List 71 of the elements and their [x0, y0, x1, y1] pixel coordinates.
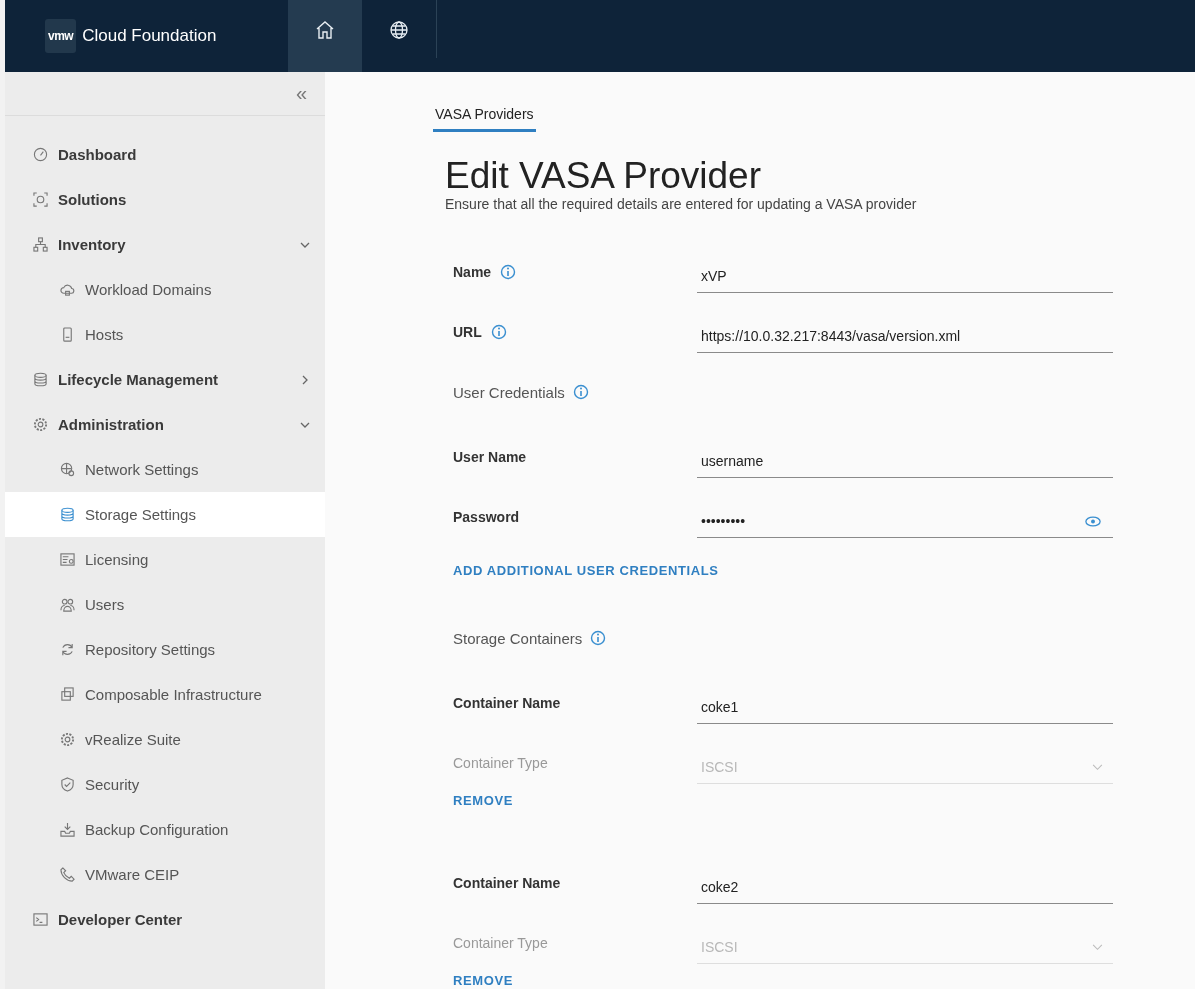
- field-label: Container Type: [453, 755, 548, 771]
- eye-icon[interactable]: [1085, 515, 1101, 527]
- terminal-icon: [33, 912, 48, 927]
- field-label: Container Name: [453, 875, 561, 891]
- info-icon[interactable]: [490, 324, 507, 340]
- sidebar-item[interactable]: Composable Infrastructure: [5, 672, 325, 717]
- field-label: User Name: [453, 449, 527, 465]
- info-icon[interactable]: [590, 630, 607, 646]
- sidebar-item[interactable]: VMware CEIP: [5, 852, 325, 897]
- gear-icon: [33, 417, 48, 432]
- input-field[interactable]: coke1: [697, 690, 1113, 724]
- sidebar-item[interactable]: Inventory: [5, 222, 325, 267]
- remove-link[interactable]: REMOVE: [453, 793, 513, 808]
- input-field[interactable]: coke2: [697, 870, 1113, 904]
- shield-icon: [60, 777, 75, 792]
- gauge-icon: [33, 147, 48, 162]
- sidebar-item[interactable]: Backup Configuration: [5, 807, 325, 852]
- field-label: URL: [453, 324, 482, 340]
- stack-icon: [60, 687, 75, 702]
- input-field[interactable]: username: [697, 444, 1113, 478]
- cloud-icon: [60, 282, 75, 297]
- hierarchy-icon: [33, 237, 48, 252]
- field-label: Name: [453, 264, 492, 280]
- product-name: Cloud Foundation: [82, 26, 217, 46]
- input-field[interactable]: xVP: [697, 259, 1113, 293]
- page-title: Edit VASA Provider: [445, 156, 763, 196]
- sidebar-item[interactable]: Users: [5, 582, 325, 627]
- gear-icon: [60, 732, 75, 747]
- sidebar-item[interactable]: Developer Center: [5, 897, 325, 942]
- sidebar-item[interactable]: Lifecycle Management: [5, 357, 325, 402]
- users-icon: [60, 597, 75, 612]
- sidebar-item[interactable]: Solutions: [5, 177, 325, 222]
- sidebar-item[interactable]: Network Settings: [5, 447, 325, 492]
- caret-icon: [1092, 943, 1103, 951]
- add-credentials-link[interactable]: ADD ADDITIONAL USER CREDENTIALS: [453, 563, 719, 578]
- sidebar-item[interactable]: Dashboard: [5, 132, 325, 177]
- sidebar-item[interactable]: Administration: [5, 402, 325, 447]
- sidebar-item[interactable]: Licensing: [5, 537, 325, 582]
- tray-icon: [60, 822, 75, 837]
- target-icon: [33, 192, 48, 207]
- password-field[interactable]: •••••••••: [697, 504, 1113, 538]
- database-icon: [60, 507, 75, 522]
- section-heading: Storage Containers: [453, 629, 583, 647]
- home-button[interactable]: [288, 0, 362, 72]
- sidebar-item[interactable]: Hosts: [5, 312, 325, 357]
- license-icon: [60, 552, 75, 567]
- network-icon: [60, 462, 75, 477]
- field-label: Container Name: [453, 695, 561, 711]
- field-label: Password: [453, 509, 520, 525]
- sidebar-item[interactable]: Workload Domains: [5, 267, 325, 312]
- phone-icon: [60, 867, 75, 882]
- home-icon: [315, 20, 335, 40]
- field-label: Container Type: [453, 935, 548, 951]
- database-icon: [33, 372, 48, 387]
- tab[interactable]: VASA Providers: [433, 103, 536, 132]
- server-icon: [60, 327, 75, 342]
- refresh-icon: [60, 642, 75, 657]
- page-subtitle: Ensure that all the required details are entered for updating a VASA provider: [445, 196, 918, 212]
- input-field[interactable]: https://10.0.32.217:8443/vasa/version.xml: [697, 319, 1113, 353]
- globe-icon: [389, 20, 409, 40]
- caret-icon: [1092, 763, 1103, 771]
- sidebar-item[interactable]: vRealize Suite: [5, 717, 325, 762]
- info-icon[interactable]: [500, 264, 517, 280]
- remove-link[interactable]: REMOVE: [453, 973, 513, 988]
- sidebar-item[interactable]: Security: [5, 762, 325, 807]
- sidebar-item[interactable]: Storage Settings: [5, 492, 325, 537]
- sidebar-item[interactable]: Repository Settings: [5, 627, 325, 672]
- logo-mark: vmw: [45, 19, 77, 53]
- section-heading: User Credentials: [453, 383, 565, 401]
- info-icon[interactable]: [572, 384, 589, 400]
- collapse-button[interactable]: «: [291, 82, 311, 105]
